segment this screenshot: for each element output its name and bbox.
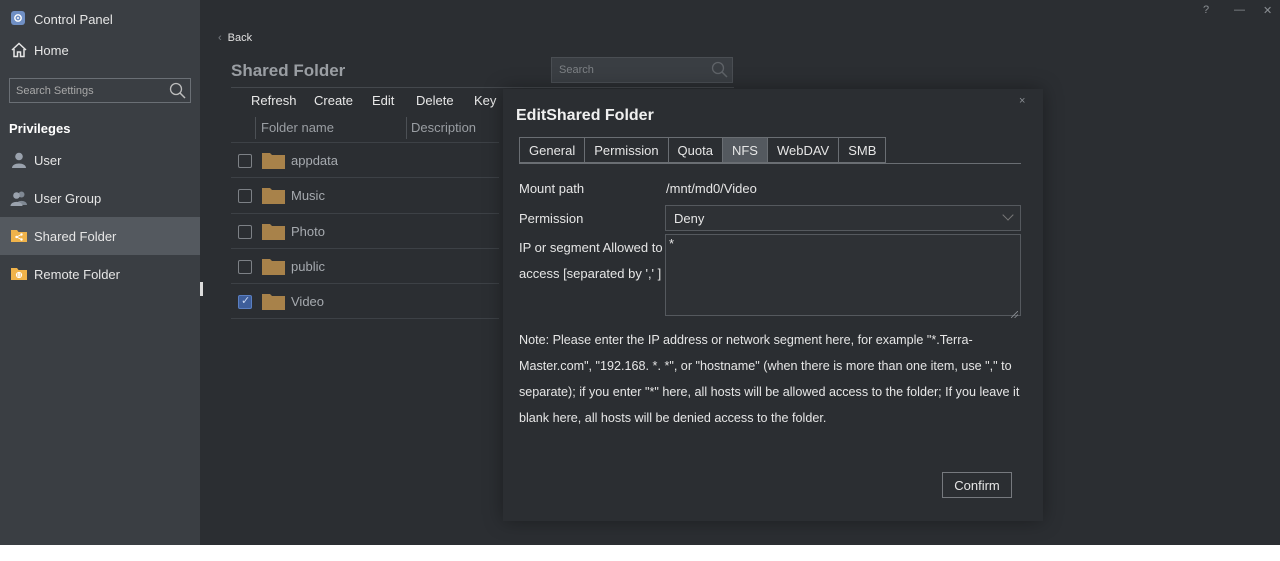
resize-grip-icon[interactable] [1010,306,1019,319]
remote-folder-icon [10,265,28,283]
tab-permission[interactable]: Permission [585,137,669,163]
page-title: Shared Folder [231,61,346,80]
user-icon [10,151,28,169]
folder-name: public [291,258,325,274]
settings-search-input[interactable] [10,79,160,102]
dialog-title: EditShared Folder [516,107,654,124]
permission-label: Permission [519,211,584,226]
folder-name: appdata [291,153,338,168]
help-button[interactable]: ? [1203,4,1209,16]
table-row[interactable]: public [231,249,499,285]
row-checkbox[interactable] [238,294,252,310]
folder-icon [262,293,285,311]
close-window-button[interactable]: ✕ [1263,4,1272,17]
back-link[interactable]: ‹ Back [218,32,252,44]
ip-value: * [669,236,675,251]
control-panel-window: Control Panel Home Privileges User Use [0,0,1280,545]
ip-label-line1: IP or segment Allowed to [519,240,663,255]
edit-button[interactable]: Edit [372,93,394,108]
sidebar-item-shared-folder[interactable]: Shared Folder [0,217,200,255]
sidebar-item-label: Home [34,42,69,58]
table-row[interactable]: appdata [231,143,499,179]
app-title: Control Panel [34,11,113,27]
chevron-left-icon: ‹ [218,32,222,44]
sidebar-resize-handle[interactable] [200,282,203,296]
permission-select[interactable]: Deny [665,205,1021,231]
key-button[interactable]: Key [474,93,496,108]
sidebar: Control Panel Home Privileges User Use [0,0,200,545]
sidebar-item-label: Shared Folder [34,228,117,244]
sidebar-item-user-group[interactable]: User Group [0,179,200,217]
folder-icon [262,152,285,169]
create-button[interactable]: Create [314,93,353,108]
folder-search[interactable] [551,57,733,83]
user-group-icon [10,189,28,207]
row-checkbox[interactable] [238,189,252,204]
row-checkbox[interactable] [238,154,252,168]
shared-folder-icon [10,227,28,245]
divider [231,87,734,88]
close-icon[interactable]: × [1019,95,1025,107]
sidebar-item-label: User Group [34,190,102,206]
nfs-note: Note: Please enter the IP address or net… [519,333,1020,425]
tab-bar: General Permission Quota NFS WebDAV SMB [519,137,887,163]
folder-name: Photo [291,223,325,239]
permission-value: Deny [674,211,705,226]
sidebar-item-label: Remote Folder [34,266,120,282]
folder-icon [262,187,285,205]
table-row[interactable]: Music [231,178,499,214]
search-icon[interactable] [711,61,728,81]
sidebar-item-home[interactable]: Home [0,31,200,69]
control-panel-icon [10,10,28,28]
minimize-button[interactable]: — [1234,4,1245,16]
refresh-button[interactable]: Refresh [251,93,297,108]
confirm-button[interactable]: Confirm [942,472,1012,498]
privileges-heading: Privileges [9,121,71,136]
folder-icon [262,258,285,275]
sidebar-item-user[interactable]: User [0,141,200,179]
sidebar-item-label: User [34,152,62,168]
mount-path-value: /mnt/md0/Video [666,181,757,196]
tab-nfs[interactable]: NFS [722,137,768,163]
mount-path-label: Mount path [519,181,585,196]
search-icon[interactable] [169,82,186,102]
row-checkbox[interactable] [238,224,252,239]
delete-button[interactable]: Delete [416,93,454,108]
row-checkbox[interactable] [238,259,252,274]
column-description[interactable]: Description [406,117,476,139]
sidebar-item-remote-folder[interactable]: Remote Folder [0,255,200,293]
ip-allowed-textarea[interactable]: * [665,234,1021,319]
settings-search[interactable] [9,78,191,103]
back-label: Back [227,32,253,44]
table-row[interactable]: Video [231,284,499,320]
tab-general[interactable]: General [519,137,586,163]
divider [519,163,1021,164]
tab-quota[interactable]: Quota [668,137,723,163]
table-header: Folder name Description [231,115,499,143]
column-folder-name[interactable]: Folder name [255,117,334,139]
folder-search-input[interactable] [552,58,702,82]
home-icon [10,41,28,59]
folder-table: Folder name Description appdata Music Ph… [231,115,499,320]
folder-icon [262,223,285,240]
chevron-down-icon [1002,209,1014,221]
edit-shared-folder-dialog: EditShared Folder × General Permission Q… [503,89,1043,521]
folder-name: Video [291,294,325,310]
tab-webdav[interactable]: WebDAV [767,137,840,163]
table-row[interactable]: Photo [231,214,499,249]
tab-smb[interactable]: SMB [839,137,887,163]
ip-label-line2: access [separated by ',' ] [519,266,662,281]
folder-name: Music [291,188,325,204]
